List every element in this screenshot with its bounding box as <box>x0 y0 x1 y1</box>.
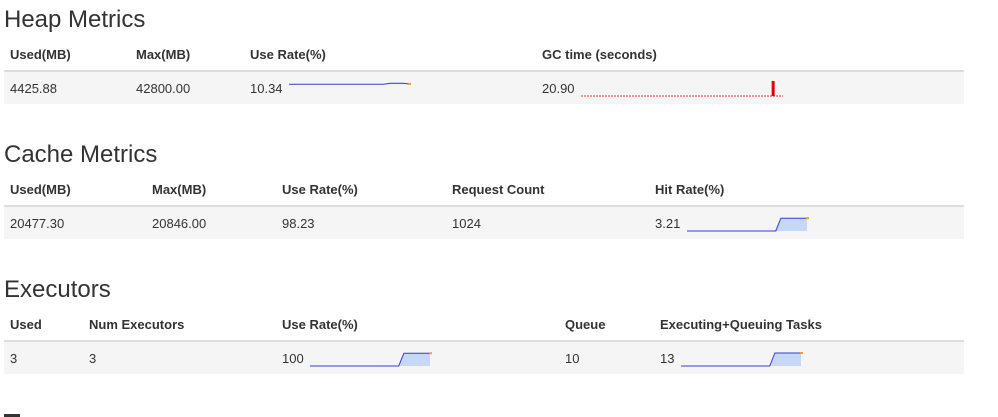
executors-header-row: Used Num Executors Use Rate(%) Queue Exe… <box>4 310 964 342</box>
cache-hit-rate-sparkline[interactable] <box>686 215 811 233</box>
executors-tasks-sparkline[interactable] <box>681 350 805 368</box>
cache-request-count-value: 1024 <box>446 206 649 240</box>
executors-use-rate-value: 100 <box>282 351 304 367</box>
cache-hit-rate-value: 3.21 <box>655 216 681 232</box>
executors-header-use-rate: Use Rate(%) <box>276 310 559 342</box>
gc-bar <box>771 80 775 96</box>
executors-tasks-cell: 13 <box>654 341 964 375</box>
sparkline-last-point <box>408 82 412 85</box>
heap-header-used: Used(MB) <box>4 40 130 72</box>
heap-use-rate-cell: 10.34 <box>244 71 536 105</box>
cache-metrics-table: Used(MB) Max(MB) Use Rate(%) Request Cou… <box>4 175 964 240</box>
sparkline-last-point <box>805 216 809 219</box>
executors-used-value: 3 <box>4 341 83 375</box>
executors-tasks-value: 13 <box>660 351 675 367</box>
executors-queue-value: 10 <box>559 341 654 375</box>
executors-num-executors-value: 3 <box>83 341 276 375</box>
heap-header-gc-time: GC time (seconds) <box>536 40 964 72</box>
sparkline-last-point <box>429 351 433 354</box>
cache-max-value: 20846.00 <box>146 206 276 240</box>
executors-section: Executors Used Num Executors Use Rate(%)… <box>4 276 964 375</box>
heap-max-value: 42800.00 <box>130 71 244 105</box>
executors-header-tasks: Executing+Queuing Tasks <box>654 310 964 342</box>
heap-gc-time-value: 20.90 <box>542 81 575 97</box>
heap-gc-time-sparkline[interactable] <box>581 80 787 98</box>
cache-header-use-rate: Use Rate(%) <box>276 175 446 207</box>
cache-header-hit-rate: Hit Rate(%) <box>649 175 964 207</box>
cache-hit-rate-cell: 3.21 <box>649 206 964 240</box>
heap-metrics-title: Heap Metrics <box>4 6 146 33</box>
executors-header-queue: Queue <box>559 310 654 342</box>
heap-header-row: Used(MB) Max(MB) Use Rate(%) GC time (se… <box>4 40 964 72</box>
cache-header-used: Used(MB) <box>4 175 146 207</box>
heap-header-max: Max(MB) <box>130 40 244 72</box>
next-section-title-cutoff <box>4 408 964 417</box>
heap-metrics-table: Used(MB) Max(MB) Use Rate(%) GC time (se… <box>4 40 964 105</box>
heap-use-rate-sparkline[interactable] <box>289 80 413 98</box>
cache-metrics-title: Cache Metrics <box>4 141 158 168</box>
cache-metrics-section: Cache Metrics Used(MB) Max(MB) Use Rate(… <box>4 141 964 240</box>
cache-used-value: 20477.30 <box>4 206 146 240</box>
executors-header-used: Used <box>4 310 83 342</box>
executors-title: Executors <box>4 276 111 303</box>
heap-metrics-section: Heap Metrics Used(MB) Max(MB) Use Rate(%… <box>4 6 964 105</box>
sparkline-last-point <box>800 351 804 354</box>
executors-table: Used Num Executors Use Rate(%) Queue Exe… <box>4 310 964 375</box>
heap-use-rate-value: 10.34 <box>250 81 283 97</box>
heap-used-value: 4425.88 <box>4 71 130 105</box>
executors-use-rate-cell: 100 <box>276 341 559 375</box>
table-row: 3 3 100 10 13 <box>4 341 964 375</box>
executors-use-rate-sparkline[interactable] <box>310 350 434 368</box>
cache-header-request-count: Request Count <box>446 175 649 207</box>
executors-header-num-executors: Num Executors <box>83 310 276 342</box>
table-row: 4425.88 42800.00 10.34 20.90 <box>4 71 964 105</box>
heap-gc-time-cell: 20.90 <box>536 71 964 105</box>
cache-use-rate-value: 98.23 <box>276 206 446 240</box>
cache-header-max: Max(MB) <box>146 175 276 207</box>
cache-header-row: Used(MB) Max(MB) Use Rate(%) Request Cou… <box>4 175 964 207</box>
table-row: 20477.30 20846.00 98.23 1024 3.21 <box>4 206 964 240</box>
heap-header-use-rate: Use Rate(%) <box>244 40 536 72</box>
